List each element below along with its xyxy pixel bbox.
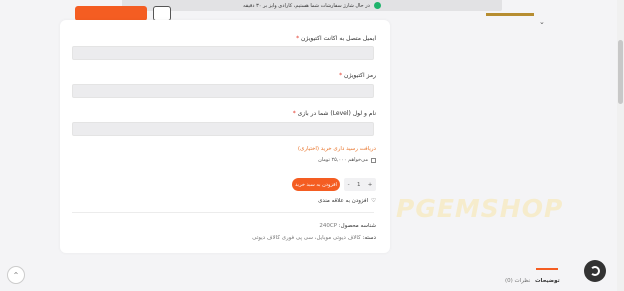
header-orange-button[interactable]: [75, 6, 147, 21]
chevron-down-icon[interactable]: ⌄: [539, 18, 545, 26]
sku-row: شناسه محصول: 240CP: [319, 223, 376, 229]
quantity-stepper[interactable]: + 1 -: [344, 178, 376, 191]
option-checkbox-row[interactable]: می‌خواهم ۲۵,۰۰۰ تومان: [318, 157, 376, 163]
notice-text: در حال شارژ سفارشات شما هستیم، کارادی وا…: [243, 2, 370, 9]
sku-label: شناسه محصول:: [338, 223, 376, 229]
email-field[interactable]: [72, 46, 374, 60]
category-value[interactable]: کالاف دیوتی موبایل، سی پی فوری کالاف دیو…: [252, 235, 361, 241]
category-row: دسته: کالاف دیوتی موبایل، سی پی فوری کال…: [252, 235, 376, 241]
quantity-plus-button[interactable]: +: [368, 182, 373, 188]
add-to-wishlist-link[interactable]: ♡ افزودن به علاقه مندی: [318, 198, 376, 204]
category-label: دسته:: [362, 235, 376, 241]
quantity-minus-button[interactable]: -: [348, 182, 350, 188]
chevron-up-icon[interactable]: ⌃: [7, 266, 25, 284]
logo: [486, 13, 534, 16]
tab-reviews[interactable]: نظرات (0): [505, 278, 530, 284]
chat-icon-glyph: [590, 266, 600, 276]
quantity-value[interactable]: 1: [357, 182, 361, 188]
field-label-password: رمز اکتیویژن *: [339, 72, 376, 79]
password-field[interactable]: [72, 84, 374, 98]
upload-receipt-link[interactable]: دریافت رسید داری خرید (اختیاری): [298, 146, 376, 152]
notice-bar: در حال شارژ سفارشات شما هستیم، کارادی وا…: [122, 0, 502, 11]
status-dot-icon: [373, 2, 381, 9]
add-to-cart-button[interactable]: افزودن به سبد خرید: [292, 178, 340, 191]
product-form-card: ایمیل متصل به اکانت اکتیویژن * رمز اکتیو…: [60, 20, 390, 253]
option-checkbox[interactable]: [371, 157, 376, 163]
option-checkbox-label: می‌خواهم ۲۵,۰۰۰ تومان: [318, 157, 368, 163]
level-field[interactable]: [72, 122, 374, 136]
field-label-email: ایمیل متصل به اکانت اکتیویژن *: [296, 35, 376, 42]
sku-value: 240CP: [319, 223, 338, 229]
tab-description[interactable]: توضیحات: [535, 278, 560, 284]
heart-icon: ♡: [371, 198, 376, 204]
scrollbar-thumb[interactable]: [618, 40, 623, 104]
header-icon-button[interactable]: [153, 6, 171, 21]
divider: [72, 212, 374, 213]
active-tab-indicator: [536, 268, 558, 270]
watermark-logo: PGEMSHOP: [396, 194, 564, 223]
chat-icon[interactable]: [584, 260, 606, 282]
field-label-level: نام و لول (Level) شما در بازی *: [292, 110, 376, 117]
wishlist-label: افزودن به علاقه مندی: [318, 198, 369, 204]
